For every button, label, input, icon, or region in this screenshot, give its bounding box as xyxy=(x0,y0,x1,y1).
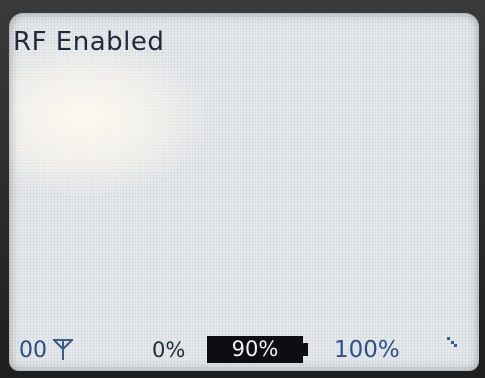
antenna-icon xyxy=(51,337,75,361)
battery-tip xyxy=(303,343,308,356)
status-bar: 00 0% 90% 100% xyxy=(9,329,479,371)
device-bezel: RF Enabled 00 0% 90% 100% xyxy=(0,0,485,378)
signal-value: 00 xyxy=(19,338,47,363)
corner-mark-icon xyxy=(446,333,458,347)
battery-indicator: 90% xyxy=(207,336,303,363)
right-percent: 100% xyxy=(334,337,400,363)
status-title: RF Enabled xyxy=(13,27,165,57)
battery-level-label: 90% xyxy=(231,337,279,361)
left-percent: 0% xyxy=(152,338,186,362)
lcd-screen: RF Enabled 00 0% 90% 100% xyxy=(9,13,479,371)
